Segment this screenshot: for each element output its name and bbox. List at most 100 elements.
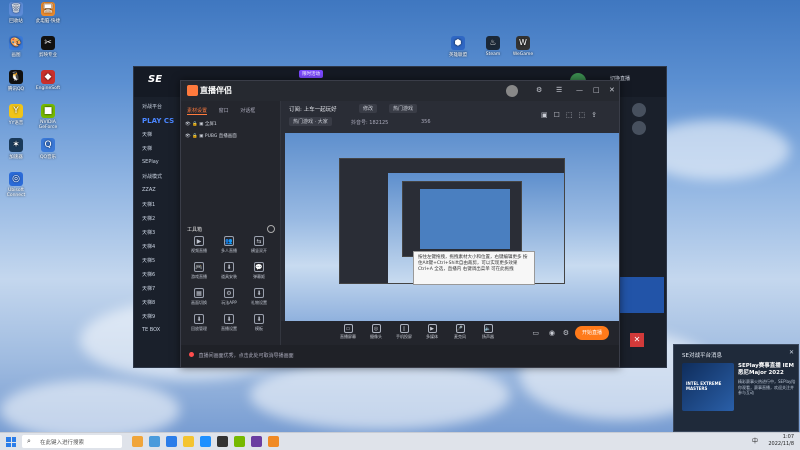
- speaker-button[interactable]: 🔈 扬声器: [477, 324, 499, 340]
- status-bar: 直播间画面优秀，点击此处可取消导播画面: [181, 345, 619, 367]
- tool-icon: 🎮: [194, 262, 204, 272]
- sidebar-item[interactable]: 天梯8: [142, 299, 155, 306]
- clock-time[interactable]: 1:07: [768, 434, 794, 441]
- taskbar-app-icon[interactable]: [149, 436, 160, 447]
- sidebar-item[interactable]: 天梯9: [142, 313, 155, 320]
- media-button[interactable]: ▶ 多媒体: [421, 324, 443, 340]
- desktop-icon[interactable]: ■ NVIDIA GeForce: [32, 104, 64, 130]
- sidebar-item[interactable]: 天梯3: [142, 229, 155, 236]
- phone-cast-button[interactable]: ▯ 手机投屏: [393, 324, 415, 340]
- tool-icon: 👥: [224, 236, 234, 246]
- search-placeholder: 在此键入进行搜索: [40, 440, 85, 446]
- tool-item[interactable]: 💬 弹幕姬: [245, 262, 273, 280]
- taskbar-app-icon[interactable]: [268, 436, 279, 447]
- sidebar-item[interactable]: 天梯: [142, 131, 152, 138]
- tool-item[interactable]: ▦ 画面切换: [185, 288, 213, 306]
- sidebar-item[interactable]: 天梯: [142, 145, 152, 152]
- more-icon[interactable]: [267, 225, 275, 233]
- avatar[interactable]: [506, 85, 518, 97]
- tool-item[interactable]: ▶ 视频直播: [185, 236, 213, 254]
- tool-item[interactable]: ⬇ 模板: [245, 314, 273, 332]
- avatar[interactable]: [632, 103, 646, 117]
- desktop-icon[interactable]: ✶ 加速器: [0, 138, 32, 160]
- close-icon[interactable]: ✕: [609, 86, 615, 94]
- desktop-icon[interactable]: Y YY语音: [0, 104, 32, 126]
- desktop-icon[interactable]: Q QQ音乐: [32, 138, 64, 160]
- maximize-icon[interactable]: □: [593, 86, 600, 94]
- desktop-icon[interactable]: W WeGame: [510, 36, 536, 57]
- tool-label: 多人直播: [221, 248, 237, 253]
- desktop-icon[interactable]: ◆ EngineSoft: [32, 70, 64, 91]
- search-input[interactable]: ⌕ 在此键入进行搜索: [22, 435, 122, 448]
- taskbar-app-icon[interactable]: [251, 436, 262, 447]
- sidebar-item[interactable]: 天梯6: [142, 271, 155, 278]
- tool-item[interactable]: ⬇ 道具安装: [215, 262, 243, 280]
- sidebar-item[interactable]: 对战模式: [142, 173, 162, 180]
- se-header-badge[interactable]: 限时活动: [299, 70, 323, 78]
- tool-item[interactable]: ⚙ 玩法APP: [215, 288, 243, 306]
- eye-icon[interactable]: ◉: [549, 329, 555, 337]
- desktop-icon[interactable]: ⬢ 英雄联盟: [445, 36, 471, 58]
- microphone-button[interactable]: 🎤 麦克风: [449, 324, 471, 340]
- tool-item[interactable]: ⬇ 礼物设置: [245, 288, 273, 306]
- tool-item[interactable]: ⇆ 横竖双开: [245, 236, 273, 254]
- tab-window[interactable]: 窗口: [219, 108, 229, 114]
- sidebar-item[interactable]: 天梯1: [142, 201, 155, 208]
- category-tag[interactable]: 热门游戏: [389, 104, 418, 113]
- bottom-toolbar: ▭ 直播屏幕 ◎ 摄像头 ▯ 手机投屏 ▶ 多媒体 🎤 麦克风 🔈 扬声器 ▭ ◉ ⚙ 开始…: [281, 321, 619, 345]
- record-icon[interactable]: ▭: [532, 329, 539, 337]
- ad-thumbnail[interactable]: [616, 277, 664, 313]
- desktop-icon[interactable]: 🐧 腾讯QQ: [0, 70, 32, 92]
- header-icons[interactable]: ▣☐⬚⬚⇪: [541, 111, 603, 119]
- taskbar-app-icon[interactable]: [234, 436, 245, 447]
- close-icon[interactable]: ✕: [630, 333, 644, 347]
- notification-popup[interactable]: SE对战平台消息 ✕ INTEL EXTREME MASTERS SEPlay赛…: [673, 344, 799, 432]
- taskbar-app-icon[interactable]: [132, 436, 143, 447]
- taskbar-app-icon[interactable]: [183, 436, 194, 447]
- taskbar-app-icon[interactable]: [200, 436, 211, 447]
- sidebar-item[interactable]: SEPlay: [142, 159, 159, 165]
- sidebar-item[interactable]: 天梯2: [142, 215, 155, 222]
- tool-item[interactable]: 🎮 游戏直播: [185, 262, 213, 280]
- tab-dialog[interactable]: 对话框: [240, 108, 255, 114]
- camera-button[interactable]: ◎ 摄像头: [365, 324, 387, 340]
- desktop-icon[interactable]: 🖥 此电脑-快捷: [32, 2, 64, 24]
- tab-sources[interactable]: 素材设置: [187, 108, 208, 115]
- tool-icon: ⬇: [224, 314, 234, 324]
- live-preview[interactable]: [285, 133, 619, 323]
- desktop-icon[interactable]: ♨ Steam: [480, 36, 506, 57]
- app-icon: ♨: [486, 36, 500, 50]
- start-icon[interactable]: [6, 437, 16, 447]
- desktop-icon[interactable]: ◎ Ubisoft Connect: [0, 172, 32, 198]
- sidebar-item[interactable]: 天梯4: [142, 243, 155, 250]
- sidebar-item[interactable]: ZZAZ: [142, 187, 156, 193]
- clock-date[interactable]: 2022/11/8: [768, 441, 794, 448]
- sidebar-item[interactable]: TE BOX: [142, 327, 160, 333]
- edit-title-button[interactable]: 修改: [359, 104, 378, 113]
- desktop-icon[interactable]: ✂ 剪映专业: [32, 36, 64, 58]
- sidebar-item[interactable]: 天梯7: [142, 285, 155, 292]
- tool-label: 横竖双开: [251, 248, 267, 253]
- sidebar-item[interactable]: 对战平台: [142, 103, 162, 110]
- avatar[interactable]: [632, 121, 646, 135]
- taskbar-app-icon[interactable]: [217, 436, 228, 447]
- subcategory-tag[interactable]: 热门游戏 · 大家: [289, 117, 332, 126]
- lang-indicator[interactable]: 中: [752, 438, 758, 445]
- taskbar-app-icon[interactable]: [166, 436, 177, 447]
- tool-item[interactable]: 👥 多人直播: [215, 236, 243, 254]
- tool-item[interactable]: ⬇ 回放管理: [185, 314, 213, 332]
- start-live-button[interactable]: 开始直播: [575, 326, 609, 340]
- tool-item[interactable]: ⬇ 直播设置: [215, 314, 243, 332]
- settings-icon[interactable]: ⚙: [563, 329, 569, 337]
- minimize-icon[interactable]: —: [576, 86, 583, 94]
- screen-capture-button[interactable]: ▭ 直播屏幕: [337, 324, 359, 340]
- scene-item[interactable]: 👁 🔒 ▣ PUBG 直播画面: [185, 133, 237, 139]
- settings-icon[interactable]: ⚙: [536, 86, 542, 94]
- sidebar-item[interactable]: PLAY CS: [142, 117, 174, 125]
- desktop-icon[interactable]: 🎨 画图: [0, 36, 32, 58]
- menu-icon[interactable]: ☰: [556, 86, 562, 94]
- sidebar-item[interactable]: 天梯5: [142, 257, 155, 264]
- scene-item[interactable]: 👁 🔒 ▣ 全屏1: [185, 121, 217, 127]
- close-icon[interactable]: ✕: [789, 349, 794, 356]
- desktop-icon[interactable]: 🗑 回收站: [0, 2, 32, 24]
